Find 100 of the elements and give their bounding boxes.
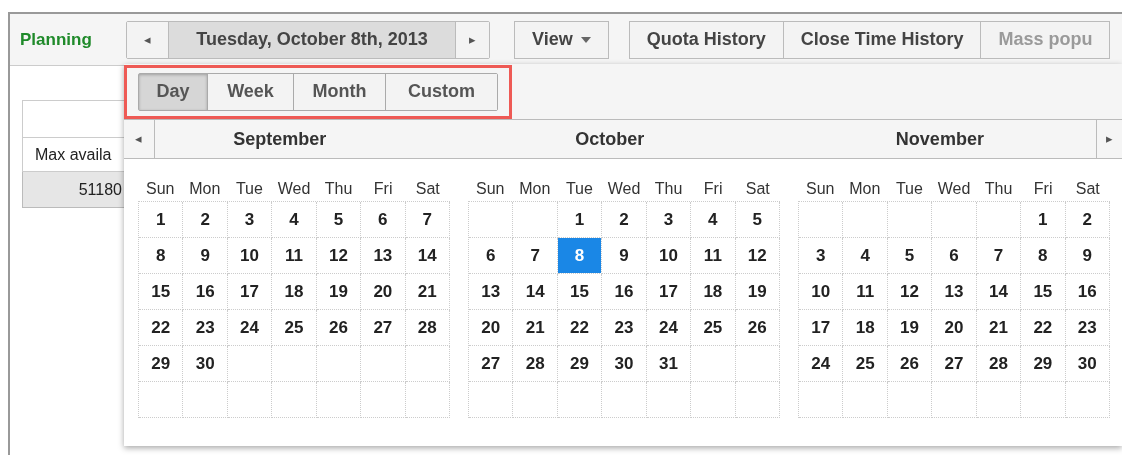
calendar-day[interactable]: 2 [183, 202, 227, 237]
date-picker-button[interactable]: Tuesday, October 8th, 2013 [169, 21, 455, 58]
calendar-day[interactable]: 30 [602, 346, 646, 381]
calendar-day[interactable]: 18 [843, 310, 887, 345]
calendar-day[interactable]: 29 [557, 346, 602, 381]
calendar-day[interactable]: 8 [1021, 238, 1065, 273]
calendar-day[interactable]: 9 [183, 238, 227, 273]
calendar-day[interactable]: 23 [602, 310, 646, 345]
calendar-day[interactable]: 13 [469, 274, 513, 309]
calendar-day[interactable]: 17 [799, 310, 843, 345]
toolbar-button[interactable]: Quota History [628, 20, 784, 59]
previous-month-button[interactable]: ◂ [124, 120, 155, 158]
calendar-day[interactable]: 15 [557, 274, 602, 309]
calendar-day[interactable]: 14 [976, 274, 1021, 309]
calendar-day[interactable]: 10 [799, 274, 843, 309]
calendar-day[interactable]: 4 [691, 202, 735, 237]
calendar-day[interactable]: 19 [735, 274, 779, 309]
calendar-day[interactable]: 24 [646, 310, 691, 345]
calendar-day[interactable]: 10 [646, 238, 691, 273]
calendar-day[interactable]: 27 [469, 346, 513, 381]
calendar-day[interactable]: 9 [1065, 238, 1109, 273]
calendar-day[interactable]: 25 [691, 310, 735, 345]
calendar-day[interactable]: 11 [843, 274, 887, 309]
calendar-day[interactable]: 10 [227, 238, 272, 273]
range-tab[interactable]: Day [139, 73, 207, 110]
calendar-day[interactable]: 23 [1065, 310, 1109, 345]
next-day-button[interactable]: ▸ [455, 21, 489, 58]
calendar-day[interactable]: 20 [469, 310, 513, 345]
next-month-button[interactable]: ▸ [1095, 120, 1122, 158]
calendar-day[interactable]: 29 [1021, 346, 1065, 381]
calendar-day[interactable]: 21 [976, 310, 1021, 345]
calendar-day[interactable]: 11 [272, 238, 316, 273]
calendar-day[interactable]: 4 [843, 238, 887, 273]
calendar-day[interactable]: 26 [316, 310, 361, 345]
calendar-day[interactable]: 20 [932, 310, 976, 345]
calendar-day[interactable]: 14 [405, 238, 449, 273]
calendar-day[interactable]: 18 [691, 274, 735, 309]
calendar-day[interactable]: 21 [513, 310, 557, 345]
calendar-day[interactable]: 8 [139, 238, 183, 273]
calendar-day[interactable]: 11 [691, 238, 735, 273]
calendar-day[interactable]: 28 [405, 310, 449, 345]
calendar-day[interactable]: 14 [513, 274, 557, 309]
calendar-day[interactable]: 2 [602, 202, 646, 237]
calendar-day[interactable]: 7 [976, 238, 1021, 273]
calendar-day[interactable]: 26 [887, 346, 932, 381]
calendar-day[interactable]: 19 [887, 310, 932, 345]
calendar-day[interactable]: 26 [735, 310, 779, 345]
calendar-day[interactable]: 3 [646, 202, 691, 237]
calendar-day[interactable]: 5 [316, 202, 361, 237]
calendar-day[interactable]: 30 [1065, 346, 1109, 381]
calendar-day[interactable]: 24 [799, 346, 843, 381]
calendar-day[interactable]: 5 [735, 202, 779, 237]
calendar-day[interactable]: 3 [227, 202, 272, 237]
calendar-day[interactable]: 17 [227, 274, 272, 309]
calendar-day[interactable]: 27 [361, 310, 405, 345]
calendar-day[interactable]: 16 [602, 274, 646, 309]
calendar-day[interactable]: 1 [1021, 202, 1065, 237]
calendar-day[interactable]: 16 [1065, 274, 1109, 309]
calendar-day[interactable]: 3 [799, 238, 843, 273]
calendar-day[interactable]: 31 [646, 346, 691, 381]
calendar-day[interactable]: 25 [843, 346, 887, 381]
calendar-day[interactable]: 22 [1021, 310, 1065, 345]
calendar-day[interactable]: 25 [272, 310, 316, 345]
calendar-day[interactable]: 12 [316, 238, 361, 273]
calendar-day[interactable]: 22 [139, 310, 183, 345]
calendar-day[interactable]: 29 [139, 346, 183, 381]
calendar-day[interactable]: 12 [887, 274, 932, 309]
calendar-day[interactable]: 21 [405, 274, 449, 309]
calendar-day[interactable]: 8 [557, 238, 602, 273]
calendar-day[interactable]: 27 [932, 346, 976, 381]
calendar-day[interactable]: 5 [887, 238, 932, 273]
calendar-day[interactable]: 1 [139, 202, 183, 237]
calendar-day[interactable]: 1 [557, 202, 602, 237]
view-menu-button[interactable]: View [514, 20, 609, 59]
calendar-day[interactable]: 6 [361, 202, 405, 237]
toolbar-button[interactable]: Close Time History [783, 20, 982, 59]
calendar-day[interactable]: 23 [183, 310, 227, 345]
calendar-day[interactable]: 19 [316, 274, 361, 309]
calendar-day[interactable]: 12 [735, 238, 779, 273]
calendar-day[interactable]: 13 [932, 274, 976, 309]
calendar-day[interactable]: 16 [183, 274, 227, 309]
calendar-day[interactable]: 6 [932, 238, 976, 273]
calendar-day[interactable]: 9 [602, 238, 646, 273]
calendar-day[interactable]: 13 [361, 238, 405, 273]
calendar-day[interactable]: 18 [272, 274, 316, 309]
calendar-day[interactable]: 15 [139, 274, 183, 309]
calendar-day[interactable]: 17 [646, 274, 691, 309]
previous-day-button[interactable]: ◂ [127, 21, 169, 58]
calendar-day[interactable]: 7 [513, 238, 557, 273]
calendar-day[interactable]: 24 [227, 310, 272, 345]
range-tab[interactable]: Custom [385, 73, 497, 110]
calendar-day[interactable]: 6 [469, 238, 513, 273]
calendar-day[interactable]: 20 [361, 274, 405, 309]
calendar-day[interactable]: 4 [272, 202, 316, 237]
calendar-day[interactable]: 15 [1021, 274, 1065, 309]
calendar-day[interactable]: 22 [557, 310, 602, 345]
calendar-day[interactable]: 7 [405, 202, 449, 237]
calendar-day[interactable]: 28 [976, 346, 1021, 381]
calendar-day[interactable]: 2 [1065, 202, 1109, 237]
calendar-day[interactable]: 28 [513, 346, 557, 381]
